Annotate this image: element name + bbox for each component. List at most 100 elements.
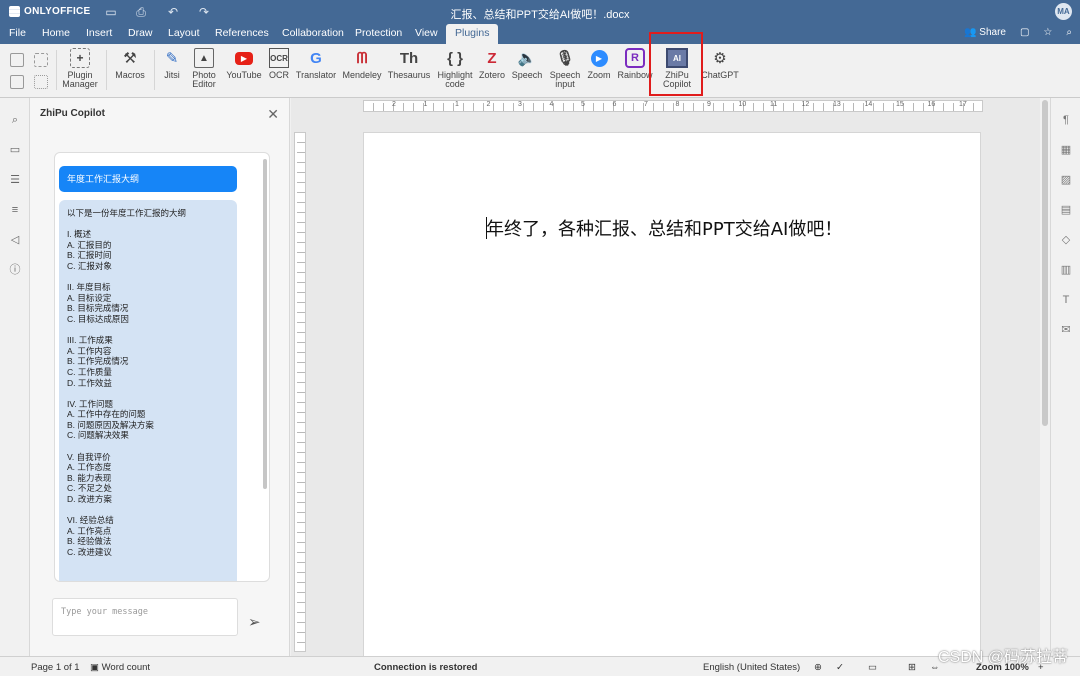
ruler-mark: 14 <box>864 101 873 108</box>
track-changes-icon[interactable]: ▭ <box>868 662 877 673</box>
highlight-code-label: Highlight code <box>437 70 473 89</box>
plugins-toolbar: + Plugin Manager ⚒ Macros ✎ Jitsi ▲ Phot… <box>0 44 1080 98</box>
comments-icon[interactable]: ▭ <box>9 144 21 156</box>
plugin-manager-button[interactable]: + Plugin Manager <box>62 48 98 89</box>
code-braces-icon: { } <box>447 49 463 67</box>
macros-label: Macros <box>115 70 145 80</box>
document-body-text[interactable]: 年终了，各种汇报、总结和PPT交给AI做吧！ <box>486 215 842 241</box>
globe-icon[interactable]: ⊕ <box>814 662 822 673</box>
search-icon[interactable]: ⌕ <box>1066 27 1072 38</box>
send-icon[interactable]: ➢ <box>248 613 261 631</box>
mendeley-button[interactable]: ᗰ Mendeley <box>340 48 384 80</box>
tab-view[interactable]: View <box>406 24 447 44</box>
zotero-button[interactable]: Z Zotero <box>476 48 508 80</box>
cut-icon[interactable] <box>34 53 48 67</box>
zotero-icon: Z <box>487 49 497 67</box>
ruler-mark: 5 <box>581 101 585 108</box>
highlight-annotation-box <box>649 32 703 96</box>
navigation-icon[interactable]: ≡ <box>9 204 21 216</box>
macros-tools-icon: ⚒ <box>123 49 137 67</box>
share-label: Share <box>979 27 1006 38</box>
page-counter[interactable]: Page 1 of 1 <box>31 662 80 673</box>
vertical-ruler[interactable] <box>294 132 306 652</box>
chatgpt-button[interactable]: ⚙ ChatGPT <box>700 48 740 80</box>
mendeley-label: Mendeley <box>342 70 382 80</box>
image-settings-icon[interactable]: ▨ <box>1060 174 1072 186</box>
header-footer-icon[interactable]: ▤ <box>1060 204 1072 216</box>
menu-right-actions: 👥 Share ▢ ☆ ⌕ <box>964 27 1072 38</box>
zoom-label: Zoom <box>587 70 611 80</box>
ocr-icon: OCR <box>269 48 289 68</box>
tab-draw[interactable]: Draw <box>119 24 162 44</box>
message-input[interactable]: Type your message <box>52 598 238 636</box>
tab-file[interactable]: File <box>0 24 35 44</box>
close-icon[interactable]: ✕ <box>267 106 279 123</box>
ruler-mark: 3 <box>518 101 522 108</box>
about-icon[interactable]: ⓘ <box>9 264 21 276</box>
macros-button[interactable]: ⚒ Macros <box>112 48 148 80</box>
ruler-mark: 6 <box>612 101 617 108</box>
zoom-video-icon: ▶ <box>589 48 609 68</box>
select-all-icon[interactable] <box>34 75 48 89</box>
word-count-label: Word count <box>101 662 151 673</box>
rainbow-icon: R <box>625 48 645 68</box>
copy-icon[interactable] <box>10 53 24 67</box>
document-scrollbar[interactable] <box>1040 98 1050 656</box>
ruler-mark: 17 <box>959 101 967 108</box>
mail-merge-icon[interactable]: ✉ <box>1060 324 1072 336</box>
tab-home[interactable]: Home <box>33 24 79 44</box>
jitsi-button[interactable]: ✎ Jitsi <box>158 48 186 80</box>
open-location-icon[interactable]: ▢ <box>1020 27 1029 38</box>
tab-layout[interactable]: Layout <box>159 24 209 44</box>
photo-editor-label: Photo Editor <box>192 70 216 89</box>
speech-button[interactable]: 🔈 Speech <box>510 48 544 80</box>
title-bar: ONLYOFFICE ▭ ⎙ ↶ ↷ 汇报、总结和PPT交给AI做吧！.docx… <box>0 0 1080 24</box>
document-area: 2 1 1 2 3 4 5 6 7 8 9 10 11 12 13 14 15 16 17 年终了，各种汇报、总结和… <box>291 98 1050 656</box>
word-count-button[interactable]: ▣ Word count <box>90 662 150 673</box>
ruler-mark: 2 <box>392 101 396 108</box>
speaker-icon: 🔈 <box>517 49 537 67</box>
horizontal-ruler[interactable]: 2 1 1 2 3 4 5 6 7 8 9 10 11 12 13 14 15 16 17 <box>363 100 983 112</box>
scrollbar-thumb[interactable] <box>1042 100 1048 426</box>
language-selector[interactable]: English (United States) <box>703 662 800 673</box>
ocr-button[interactable]: OCR OCR <box>264 48 294 80</box>
youtube-button[interactable]: ▶ YouTube <box>225 48 263 80</box>
paste-icon[interactable] <box>10 75 24 89</box>
thesaurus-button[interactable]: Th Thesaurus <box>386 48 432 80</box>
favorite-icon[interactable]: ☆ <box>1043 27 1052 38</box>
fit-page-icon[interactable]: ⊞ <box>908 662 916 673</box>
paragraph-settings-icon[interactable]: ¶ <box>1060 114 1072 126</box>
photo-editor-button[interactable]: ▲ Photo Editor <box>186 48 222 89</box>
toolbar-separator <box>56 50 57 90</box>
chat-scrollbar[interactable] <box>263 159 267 489</box>
text-art-icon[interactable]: T <box>1060 294 1072 306</box>
share-button[interactable]: 👥 Share <box>964 27 1006 38</box>
translator-button[interactable]: G Translator <box>294 48 338 80</box>
chart-settings-icon[interactable]: ▥ <box>1060 264 1072 276</box>
speech-input-button[interactable]: 🎙 Speech input <box>546 48 584 89</box>
shape-settings-icon[interactable]: ◇ <box>1060 234 1072 246</box>
left-sidebar: ⌕ ▭ ☰ ≡ ◁ ⓘ <box>0 98 30 656</box>
spellcheck-icon[interactable]: ✓ <box>836 662 844 673</box>
rainbow-label: Rainbow <box>617 70 653 80</box>
ruler-ticks <box>297 133 305 651</box>
tab-references[interactable]: References <box>206 24 278 44</box>
csdn-watermark: CSDN @码苏拉蒂 <box>937 649 1068 666</box>
zoom-button[interactable]: ▶ Zoom <box>586 48 612 80</box>
highlight-code-button[interactable]: { } Highlight code <box>434 48 476 89</box>
ruler-mark: 1 <box>455 101 459 108</box>
table-settings-icon[interactable]: ▦ <box>1060 144 1072 156</box>
document-title: 汇报、总结和PPT交给AI做吧！.docx <box>450 9 630 21</box>
tab-insert[interactable]: Insert <box>77 24 121 44</box>
thesaurus-label: Thesaurus <box>387 70 431 80</box>
ruler-mark: 1 <box>423 101 428 108</box>
tab-plugins[interactable]: Plugins <box>446 24 499 44</box>
search-icon[interactable]: ⌕ <box>9 114 21 126</box>
tab-protection[interactable]: Protection <box>346 24 411 44</box>
feedback-icon[interactable]: ◁ <box>9 234 21 246</box>
chat-icon[interactable]: ☰ <box>9 174 21 186</box>
document-page[interactable]: 年终了，各种汇报、总结和PPT交给AI做吧！ <box>363 132 981 656</box>
tab-collaboration[interactable]: Collaboration <box>273 24 353 44</box>
zhipu-copilot-panel: ZhiPu Copilot ✕ 年度工作汇报大纲 以下是一份年度工作汇报的大纲 … <box>30 98 290 656</box>
user-avatar[interactable]: MA <box>1055 3 1072 20</box>
